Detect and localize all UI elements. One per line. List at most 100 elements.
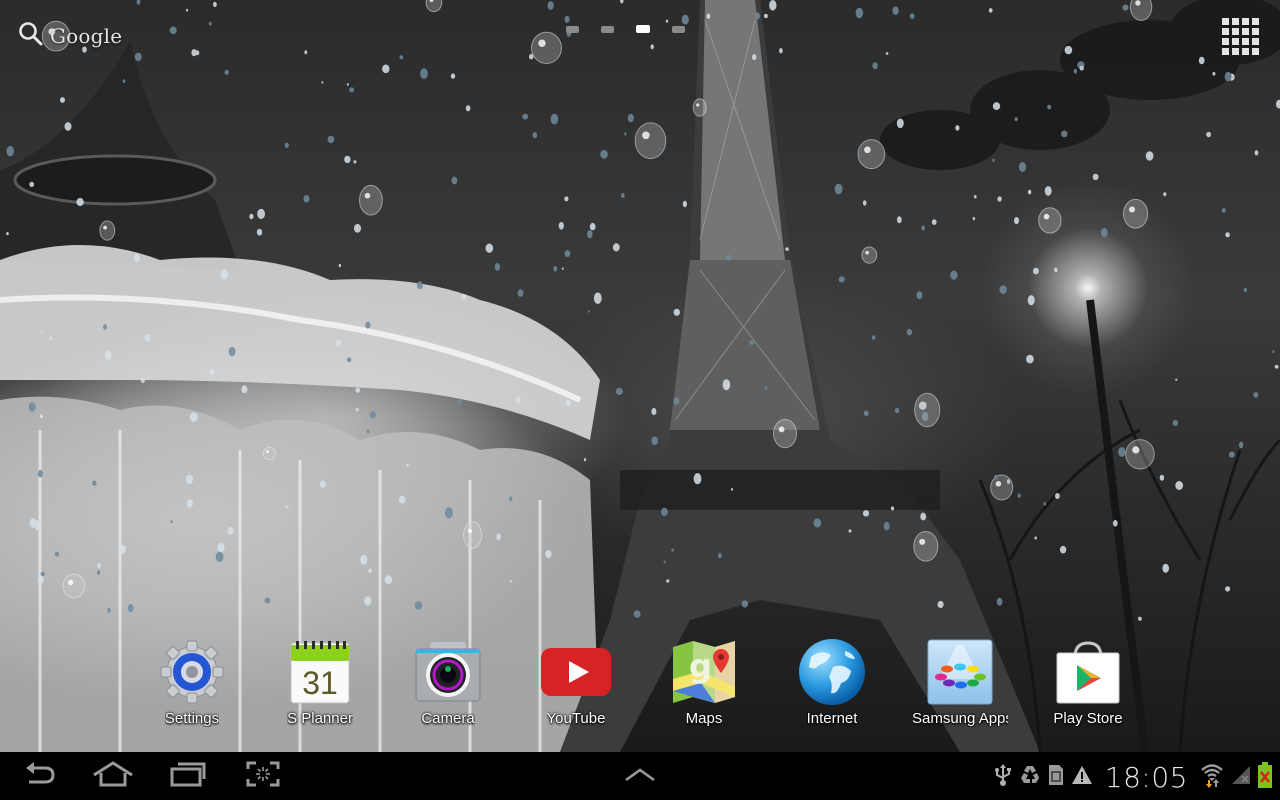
shortcut-maps[interactable]: g Maps xyxy=(649,636,759,732)
raindrop xyxy=(1159,474,1165,481)
raindrop-highlight xyxy=(865,250,869,255)
raindrop xyxy=(1092,173,1099,181)
shortcut-settings[interactable]: Settings xyxy=(137,636,247,732)
raindrop xyxy=(97,570,101,576)
raindrop xyxy=(256,228,263,236)
raindrop xyxy=(673,397,680,405)
raindrop xyxy=(838,276,845,283)
shortcut-youtube[interactable]: YouTube xyxy=(521,636,631,732)
raindrop xyxy=(451,176,458,185)
raindrop-highlight xyxy=(778,426,785,433)
shortcut-camera[interactable]: Camera xyxy=(393,636,503,732)
raindrop xyxy=(122,79,126,83)
raindrop xyxy=(191,49,197,57)
raindrop xyxy=(593,292,602,304)
raindrop xyxy=(64,122,72,131)
google-search-label: Google xyxy=(50,24,123,48)
shortcut-s-planner[interactable]: 31 S Planner xyxy=(265,636,375,732)
raindrop xyxy=(1163,192,1167,197)
raindrop xyxy=(857,139,886,170)
shortcut-label: Play Store xyxy=(1053,710,1123,727)
google-search-widget[interactable]: Google xyxy=(18,21,123,50)
recent-apps-button[interactable] xyxy=(168,760,208,792)
raindrop xyxy=(40,571,45,577)
page-dot[interactable] xyxy=(601,25,614,33)
raindrop xyxy=(92,480,97,486)
home-button[interactable] xyxy=(90,760,136,792)
raindrop xyxy=(398,495,406,504)
raindrop xyxy=(1043,502,1046,506)
shortcut-internet[interactable]: Internet xyxy=(777,636,887,732)
camera-icon xyxy=(412,636,484,708)
raindrop xyxy=(681,14,689,25)
raindrop xyxy=(1272,350,1275,353)
page-dot-active[interactable] xyxy=(636,25,650,33)
svg-text:g: g xyxy=(689,647,712,685)
screen-capture-button[interactable] xyxy=(244,760,282,792)
play-store-icon xyxy=(1052,636,1124,708)
raindrop xyxy=(213,1,217,8)
raindrop xyxy=(651,407,657,416)
status-area[interactable]: 18:05 xyxy=(993,760,1272,794)
raindrop xyxy=(872,62,878,70)
raindrop xyxy=(420,68,428,79)
mini-apps-tray-button[interactable] xyxy=(620,760,660,792)
raindrop xyxy=(355,408,359,412)
page-dot[interactable] xyxy=(672,25,685,33)
raindrop xyxy=(624,132,627,136)
raindrop xyxy=(663,560,666,564)
shortcut-label: Internet xyxy=(806,710,858,727)
raindrop xyxy=(62,573,86,599)
raindrop xyxy=(416,281,423,290)
raindrop xyxy=(140,377,145,383)
raindrop xyxy=(627,113,634,123)
raindrop xyxy=(369,411,376,419)
raindrop xyxy=(6,146,14,157)
raindrop xyxy=(1224,71,1232,82)
raindrop xyxy=(37,469,44,478)
shortcut-samsung-apps[interactable]: Samsung Apps xyxy=(905,636,1015,732)
raindrop xyxy=(587,310,591,313)
raindrop xyxy=(587,230,593,239)
raindrop xyxy=(1112,520,1118,527)
apps-grid-icon[interactable] xyxy=(1220,16,1260,56)
raindrop xyxy=(862,200,867,206)
warning-icon xyxy=(1071,764,1093,791)
raindrop xyxy=(1055,493,1060,499)
raindrop xyxy=(916,291,923,300)
page-dot[interactable] xyxy=(566,25,579,33)
raindrop xyxy=(189,412,198,422)
raindrop xyxy=(327,135,335,144)
raindrop xyxy=(620,193,625,198)
raindrop-highlight xyxy=(1132,446,1140,454)
raindrop xyxy=(564,15,570,23)
raindrop xyxy=(764,386,768,390)
raindrop xyxy=(1125,439,1155,470)
raindrop xyxy=(550,113,559,125)
shortcut-play-store[interactable]: Play Store xyxy=(1033,636,1143,732)
raindrop xyxy=(118,544,126,554)
clock[interactable]: 18:05 xyxy=(1105,761,1188,794)
raindrop xyxy=(658,147,661,150)
raindrop xyxy=(1044,186,1052,196)
raindrop-highlight xyxy=(1129,206,1135,213)
raindrop xyxy=(382,64,390,74)
screen-capture-icon xyxy=(246,761,280,792)
raindrop xyxy=(857,153,861,157)
raindrop xyxy=(1225,232,1230,238)
raindrop xyxy=(896,118,904,129)
raindrop xyxy=(303,195,310,203)
raindrop xyxy=(97,563,101,569)
raindrop xyxy=(509,579,512,583)
battery-charging-error-icon xyxy=(1258,761,1272,793)
raindrop xyxy=(60,97,65,103)
back-button[interactable] xyxy=(20,760,60,792)
raindrop xyxy=(515,396,521,404)
raindrop xyxy=(834,183,843,195)
raindrop xyxy=(1228,451,1235,458)
raindrop xyxy=(144,334,151,342)
raindrop xyxy=(359,184,383,216)
raindrop xyxy=(34,520,42,531)
raindrop xyxy=(545,550,552,559)
usb-icon xyxy=(993,763,1013,792)
